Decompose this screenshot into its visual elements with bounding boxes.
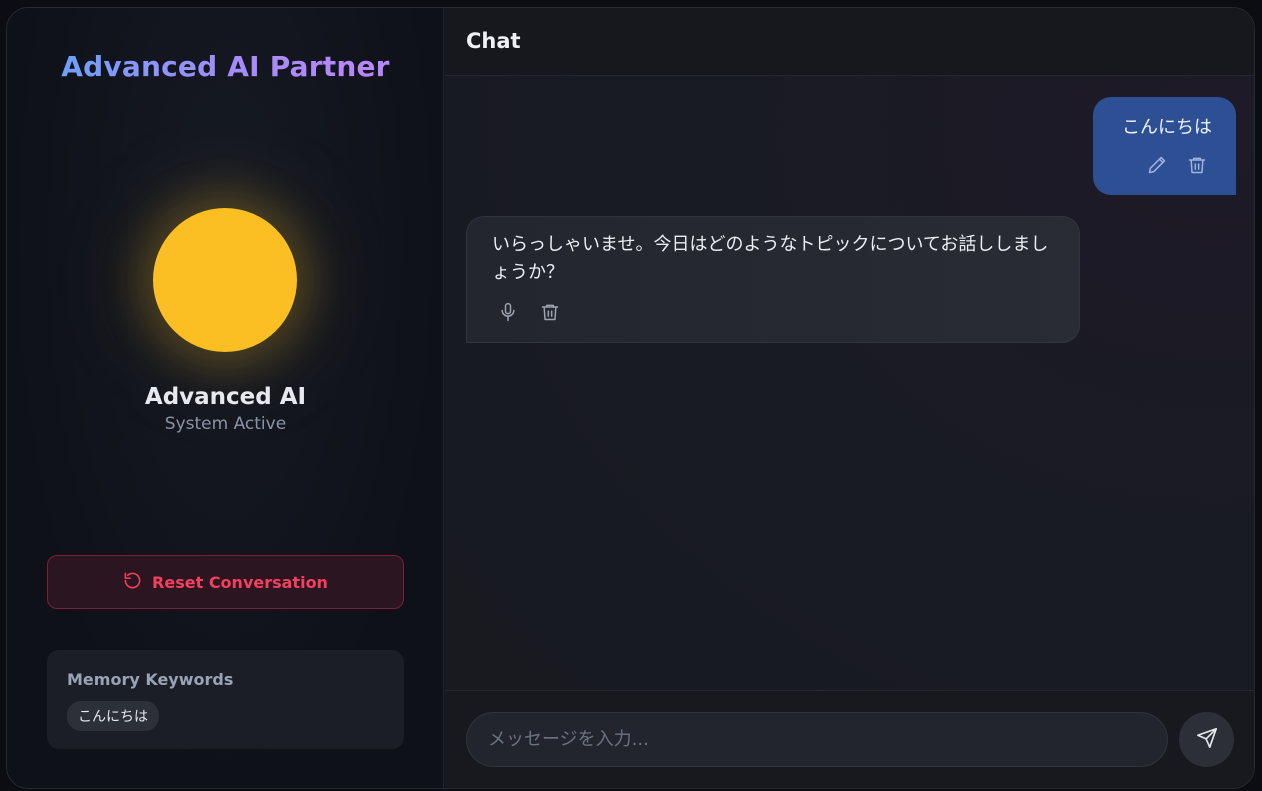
message-actions [1146, 154, 1208, 176]
chat-header: Chat [445, 8, 1254, 76]
status-orb [153, 208, 297, 352]
message-composer [445, 690, 1254, 788]
assistant-message: いらっしゃいませ。今日はどのようなトピックについてお話ししましょうか？ [466, 216, 1080, 343]
user-message: こんにちは [1093, 97, 1236, 195]
ai-status: System Active [164, 414, 287, 434]
reset-conversation-label: Reset Conversation [152, 572, 328, 592]
ai-name: Advanced AI [144, 384, 307, 410]
send-button[interactable] [1179, 712, 1234, 767]
message-input[interactable] [466, 712, 1168, 767]
trash-icon[interactable] [1186, 154, 1208, 176]
app-window: Advanced AI Partner Advanced AI System A… [6, 7, 1255, 789]
microphone-icon[interactable] [497, 301, 519, 323]
brand-title: Advanced AI Partner [7, 50, 444, 83]
trash-icon[interactable] [539, 301, 561, 323]
message-text: いらっしゃいませ。今日はどのようなトピックについてお話ししましょうか？ [492, 234, 1049, 283]
send-icon [1196, 727, 1218, 753]
chat-title: Chat [466, 29, 521, 53]
refresh-icon [123, 571, 142, 594]
sidebar: Advanced AI Partner Advanced AI System A… [7, 8, 444, 788]
memory-keywords-title: Memory Keywords [67, 670, 234, 689]
memory-keywords-panel: Memory Keywords こんにちは [47, 650, 404, 749]
reset-conversation-button[interactable]: Reset Conversation [47, 555, 404, 609]
ai-avatar [153, 208, 297, 352]
edit-icon[interactable] [1146, 154, 1168, 176]
message-actions [497, 301, 561, 323]
message-text: こんにちは [1122, 117, 1212, 138]
keyword-chip: こんにちは [67, 701, 159, 731]
chat-panel: Chat こんにちは いらっしゃいませ。今日はどのようなトピックについてお話しし… [445, 8, 1254, 788]
